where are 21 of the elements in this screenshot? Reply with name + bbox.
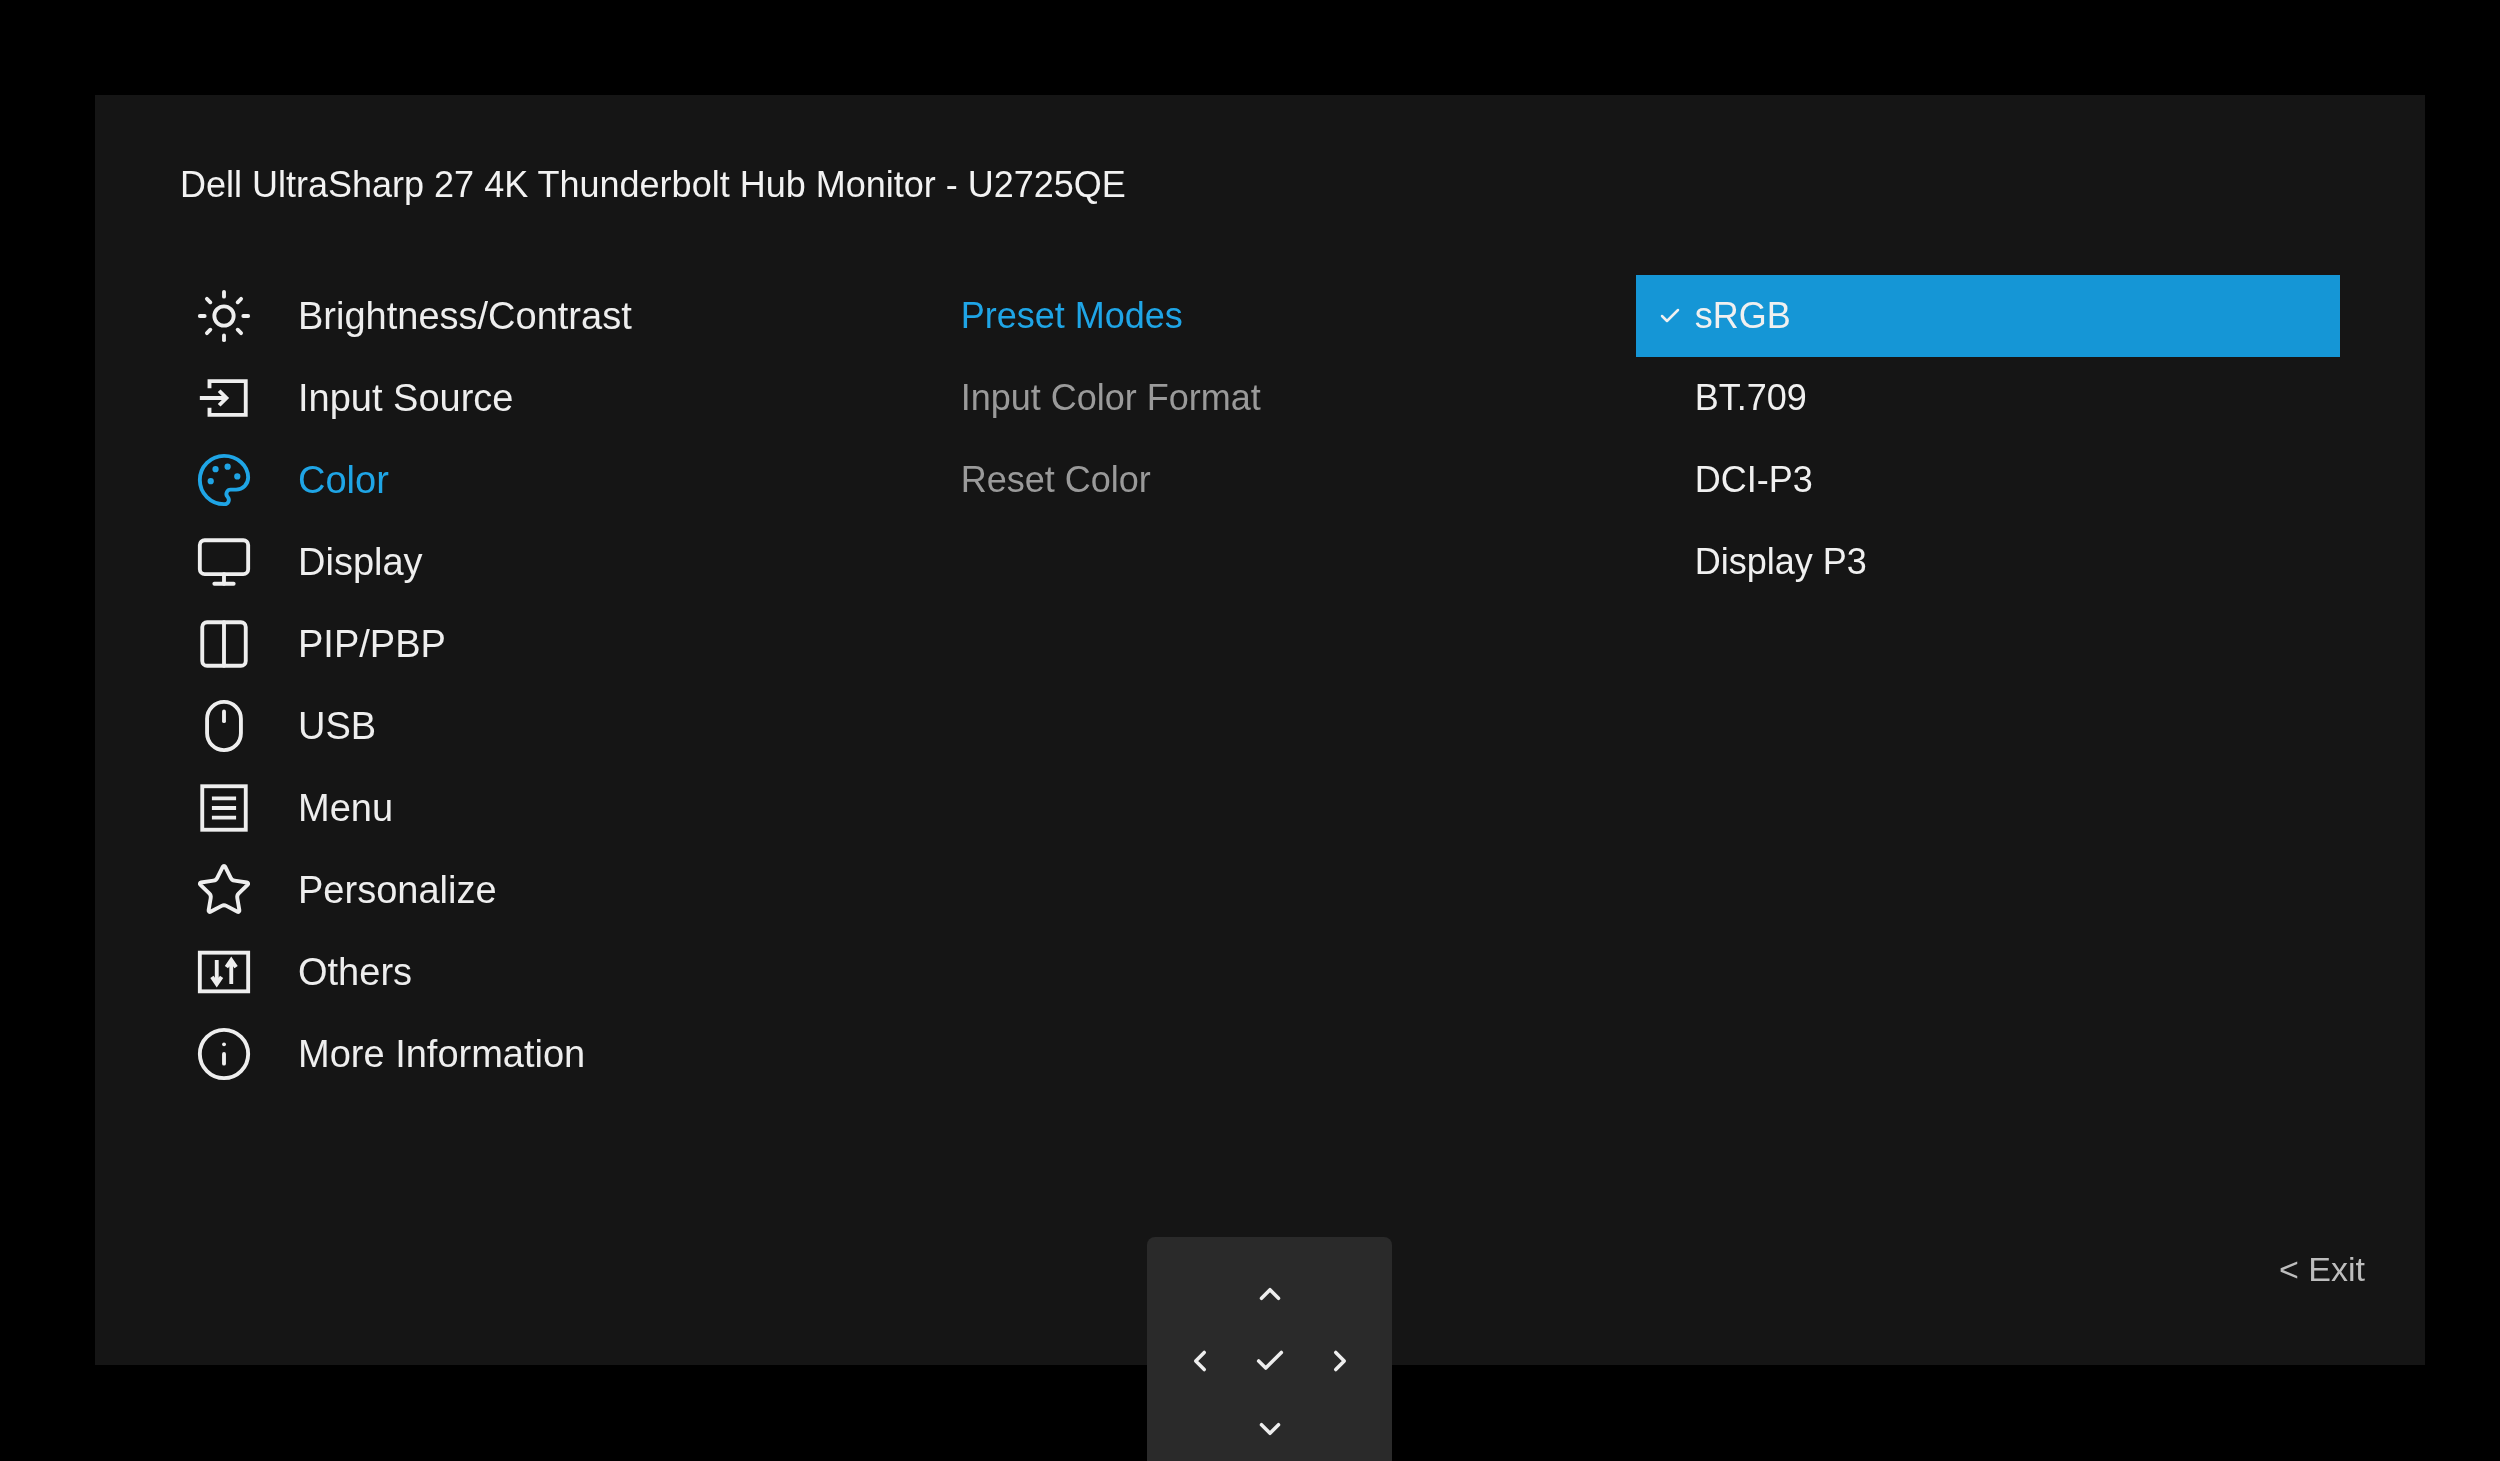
window-title: Dell UltraSharp 27 4K Thunderbolt Hub Monitor - U2725QE xyxy=(180,163,1127,207)
menu-item[interactable]: Others xyxy=(180,931,961,1013)
sun-icon xyxy=(195,287,253,345)
menu-item[interactable]: Brightness/Contrast xyxy=(180,275,961,357)
submenu-item[interactable]: Input Color Format xyxy=(960,357,1261,439)
option-item[interactable]: Display P3 xyxy=(1635,521,2340,603)
menu-item[interactable]: Display xyxy=(180,521,961,603)
menu-item[interactable]: USB xyxy=(180,685,961,767)
info-icon xyxy=(195,1025,253,1083)
exit-button[interactable]: < Exit xyxy=(2279,1244,2365,1295)
menu-item[interactable]: Menu xyxy=(180,767,961,849)
submenu-item[interactable]: Reset Color xyxy=(960,439,1151,521)
option-item[interactable]: DCI-P3 xyxy=(1635,439,2340,521)
palette-icon xyxy=(195,451,253,509)
menu-item[interactable]: PIP/PBP xyxy=(180,603,961,685)
menu-item[interactable]: Color xyxy=(180,439,961,521)
submenu-item[interactable]: Preset Modes xyxy=(960,275,1183,357)
menu-item[interactable]: Input Source xyxy=(180,357,961,439)
option-item[interactable]: BT.709 xyxy=(1635,357,2340,439)
menu-item[interactable]: More Information xyxy=(180,1013,961,1095)
menu-item[interactable]: Personalize xyxy=(180,849,961,931)
